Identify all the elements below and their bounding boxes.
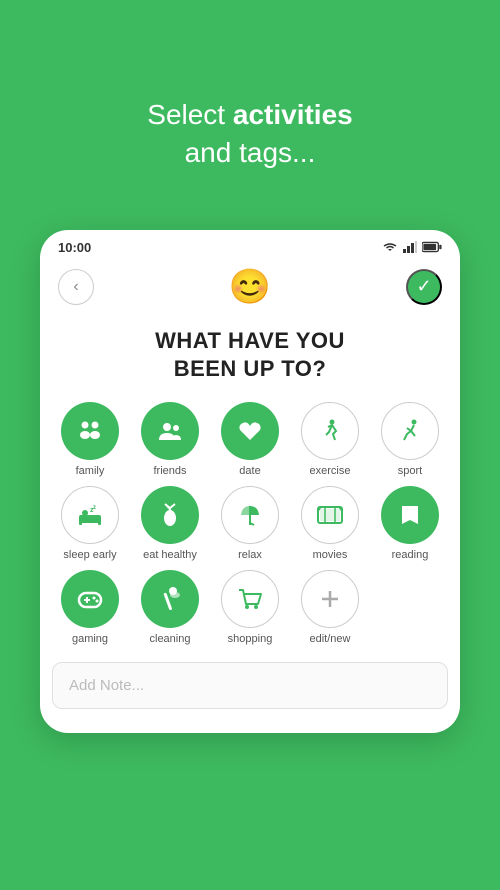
activity-label-exercise: exercise bbox=[310, 465, 351, 478]
activity-label-gaming: gaming bbox=[72, 633, 108, 646]
back-icon: ‹ bbox=[73, 278, 78, 296]
activity-circle-gaming bbox=[61, 570, 119, 628]
wifi-icon bbox=[382, 241, 398, 253]
status-bar: 10:00 bbox=[40, 230, 460, 259]
activity-circle-family bbox=[61, 402, 119, 460]
activity-label-edit-new: edit/new bbox=[310, 633, 351, 646]
activity-item-exercise[interactable]: exercise bbox=[292, 402, 368, 478]
check-icon: ✓ bbox=[416, 276, 431, 297]
activity-item-relax[interactable]: relax bbox=[212, 486, 288, 562]
activity-circle-exercise bbox=[301, 402, 359, 460]
add-note-bar[interactable]: Add Note... bbox=[52, 662, 448, 709]
activity-label-cleaning: cleaning bbox=[150, 633, 191, 646]
battery-icon bbox=[422, 241, 442, 253]
phone-card: 10:00 ‹ 😊 bbox=[40, 230, 460, 734]
activity-item-movies[interactable]: movies bbox=[292, 486, 368, 562]
activity-item-eat-healthy[interactable]: eat healthy bbox=[132, 486, 208, 562]
activities-grid: family friends date bbox=[40, 402, 460, 647]
check-button[interactable]: ✓ bbox=[406, 269, 442, 305]
mood-emoji: 😊 bbox=[229, 267, 271, 307]
activity-label-eat-healthy: eat healthy bbox=[143, 549, 197, 562]
add-note-placeholder: Add Note... bbox=[69, 677, 144, 694]
activity-circle-movies bbox=[301, 486, 359, 544]
activity-circle-sport bbox=[381, 402, 439, 460]
back-button[interactable]: ‹ bbox=[58, 269, 94, 305]
activity-label-sleep-early: sleep early bbox=[63, 549, 116, 562]
activity-circle-sleep-early: z z bbox=[61, 486, 119, 544]
activity-item-friends[interactable]: friends bbox=[132, 402, 208, 478]
activity-item-shopping[interactable]: shopping bbox=[212, 570, 288, 646]
activity-item-cleaning[interactable]: cleaning bbox=[132, 570, 208, 646]
activity-item-sleep-early[interactable]: z z sleep early bbox=[52, 486, 128, 562]
status-icons bbox=[382, 241, 442, 253]
header-tags: and tags... bbox=[185, 137, 316, 168]
header-section: Select activities and tags... bbox=[147, 48, 352, 202]
activity-circle-friends bbox=[141, 402, 199, 460]
activity-label-relax: relax bbox=[238, 549, 262, 562]
activity-label-friends: friends bbox=[153, 465, 186, 478]
activity-label-date: date bbox=[239, 465, 260, 478]
activity-circle-eat-healthy bbox=[141, 486, 199, 544]
activity-item-gaming[interactable]: gaming bbox=[52, 570, 128, 646]
phone-toolbar: ‹ 😊 ✓ bbox=[40, 259, 460, 313]
activity-item-edit-new[interactable]: edit/new bbox=[292, 570, 368, 646]
activity-circle-date bbox=[221, 402, 279, 460]
activity-label-reading: reading bbox=[392, 549, 429, 562]
activity-circle-shopping bbox=[221, 570, 279, 628]
svg-text:z: z bbox=[93, 505, 96, 511]
activity-circle-reading bbox=[381, 486, 439, 544]
activity-label-sport: sport bbox=[398, 465, 422, 478]
activity-label-movies: movies bbox=[313, 549, 348, 562]
header-bold: activities bbox=[233, 99, 353, 130]
signal-icon bbox=[403, 241, 417, 253]
question-title: WHAT HAVE YOUBEEN UP TO? bbox=[40, 313, 460, 402]
activity-circle-edit-new bbox=[301, 570, 359, 628]
status-time: 10:00 bbox=[58, 240, 91, 255]
activity-item-date[interactable]: date bbox=[212, 402, 288, 478]
header-select: Select bbox=[147, 99, 233, 130]
activity-item-family[interactable]: family bbox=[52, 402, 128, 478]
activity-label-shopping: shopping bbox=[228, 633, 273, 646]
header-text: Select activities and tags... bbox=[147, 96, 352, 172]
activity-item-reading[interactable]: reading bbox=[372, 486, 448, 562]
activity-item-sport[interactable]: sport bbox=[372, 402, 448, 478]
activity-label-family: family bbox=[76, 465, 105, 478]
activity-circle-cleaning bbox=[141, 570, 199, 628]
activity-circle-relax bbox=[221, 486, 279, 544]
